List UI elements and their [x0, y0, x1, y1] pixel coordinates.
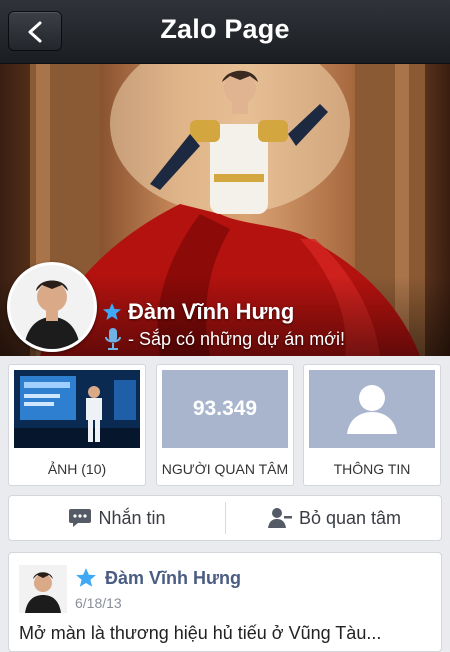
profile-tiles: ẢNH (10) 93.349 NGƯỜI QUAN TÂM THÔNG TIN: [0, 356, 450, 488]
photos-tile[interactable]: ẢNH (10): [8, 364, 146, 486]
followers-label: NGƯỜI QUAN TÂM: [161, 461, 289, 477]
unfollow-button[interactable]: Bỏ quan tâm: [226, 496, 442, 540]
followers-tile[interactable]: 93.349 NGƯỜI QUAN TÂM: [156, 364, 294, 486]
person-silhouette-icon: [347, 385, 397, 434]
message-button[interactable]: Nhắn tin: [9, 496, 225, 540]
post-date: 6/18/13: [75, 595, 122, 611]
post-card[interactable]: Đàm Vĩnh Hưng 6/18/13 Mở màn là thương h…: [8, 552, 442, 652]
post-author-name[interactable]: Đàm Vĩnh Hưng: [105, 568, 241, 589]
photo-thumbnail: [14, 370, 140, 448]
info-label: THÔNG TIN: [333, 461, 411, 477]
unfollow-label: Bỏ quan tâm: [298, 507, 402, 528]
message-label: Nhắn tin: [98, 507, 166, 528]
page-title: Zalo Page: [160, 14, 290, 44]
profile-name-row: Đàm Vĩnh Hưng: [102, 298, 294, 326]
avatar-image: [10, 265, 94, 349]
star-icon: [76, 568, 96, 587]
action-bar: Nhắn tin Bỏ quan tâm: [8, 495, 442, 541]
microphone-icon: [105, 328, 121, 350]
photos-label: ẢNH (10): [47, 461, 107, 477]
chat-bubble-icon: [69, 509, 92, 527]
post-text: Mở màn là thương hiệu hủ tiếu ở Vũng Tàu…: [19, 623, 382, 643]
remove-user-icon: [267, 508, 292, 528]
profile-avatar[interactable]: [7, 262, 97, 352]
profile-status-row: - Sắp có những dự án mới!: [104, 326, 345, 352]
star-icon: [103, 303, 121, 320]
info-tile[interactable]: THÔNG TIN: [303, 364, 441, 486]
post-author-avatar[interactable]: [19, 565, 67, 613]
followers-count: 93.349: [162, 370, 288, 448]
profile-name: Đàm Vĩnh Hưng: [128, 299, 295, 324]
info-box: [309, 370, 435, 448]
post-author-row: Đàm Vĩnh Hưng: [75, 567, 241, 589]
profile-status: - Sắp có những dự án mới!: [128, 328, 346, 349]
top-nav-bar: Zalo Page: [0, 0, 450, 64]
